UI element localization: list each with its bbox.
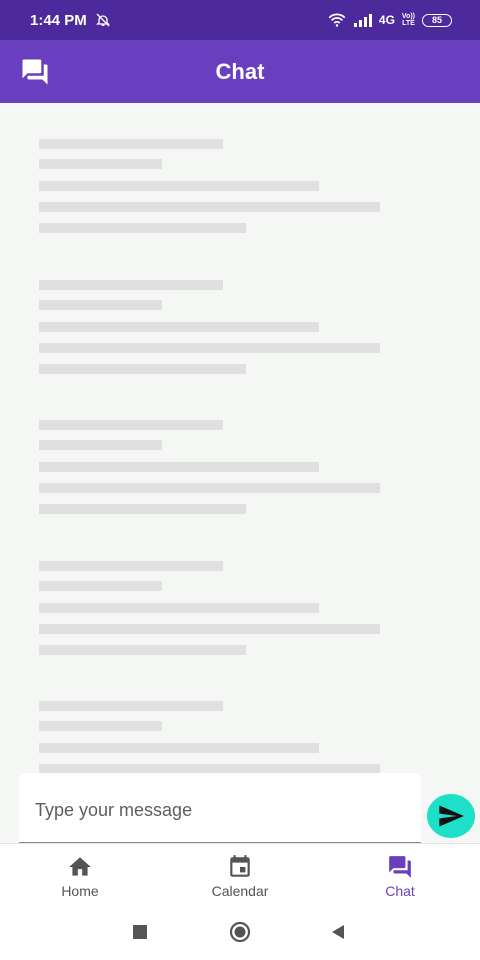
network-type: 4G <box>378 13 395 27</box>
skeleton-line <box>39 624 380 634</box>
skeleton-line <box>39 581 162 591</box>
volte-top: Vo)) <box>401 13 415 20</box>
nav-label-calendar: Calendar <box>211 883 269 899</box>
skeleton-line <box>39 223 246 233</box>
signal-icon <box>353 13 372 27</box>
wifi-icon <box>328 13 346 27</box>
app-bar: Chat <box>0 40 480 103</box>
back-triangle-icon[interactable] <box>330 924 346 940</box>
chat-message-list <box>0 103 480 843</box>
nav-label-home: Home <box>61 883 99 899</box>
skeleton-line <box>39 420 223 430</box>
skeleton-line <box>39 300 162 310</box>
home-circle-icon[interactable] <box>229 921 251 943</box>
skeleton-line <box>39 322 319 332</box>
skeleton-line <box>39 743 319 753</box>
nav-item-home[interactable]: Home <box>0 844 160 908</box>
status-left: 1:44 PM <box>30 12 111 29</box>
battery-icon: 85 <box>422 13 452 27</box>
skeleton-line <box>39 280 223 290</box>
message-input[interactable] <box>33 795 407 825</box>
send-button[interactable] <box>427 794 475 838</box>
status-right: 4G Vo)) LTE 85 <box>327 13 452 27</box>
system-navigation-bar <box>0 907 480 960</box>
recents-square-icon[interactable] <box>132 924 148 940</box>
skeleton-line <box>39 139 223 149</box>
alarm-off-icon <box>95 13 110 27</box>
skeleton-line <box>39 181 319 191</box>
skeleton-line <box>39 721 162 731</box>
page-title: Chat <box>215 59 265 84</box>
skeleton-line <box>39 701 223 711</box>
skeleton-line <box>39 440 162 450</box>
message-composer <box>19 773 421 843</box>
forum-icon <box>389 856 411 878</box>
nav-item-chat[interactable]: Chat <box>320 844 480 908</box>
skeleton-line <box>39 202 380 212</box>
skeleton-line <box>39 504 246 514</box>
nav-item-calendar[interactable]: Calendar <box>160 844 320 908</box>
home-icon <box>69 857 91 876</box>
skeleton-line <box>39 159 162 169</box>
skeleton-line <box>39 561 223 571</box>
send-icon <box>439 805 464 827</box>
calendar-icon <box>230 855 250 877</box>
bottom-navigation: Home Calendar Chat <box>0 843 480 908</box>
skeleton-line <box>39 483 380 493</box>
status-bar: 1:44 PM 4G Vo)) LTE 85 <box>0 0 480 40</box>
skeleton-line <box>39 364 246 374</box>
volte-indicator: Vo)) LTE <box>402 13 415 27</box>
nav-label-chat: Chat <box>385 883 415 899</box>
skeleton-line <box>39 462 319 472</box>
skeleton-line <box>39 645 246 655</box>
skeleton-line <box>39 603 319 613</box>
status-time: 1:44 PM <box>30 11 87 29</box>
battery-level: 85 <box>431 14 442 25</box>
volte-bottom: LTE <box>402 20 415 27</box>
skeleton-line <box>39 343 380 353</box>
